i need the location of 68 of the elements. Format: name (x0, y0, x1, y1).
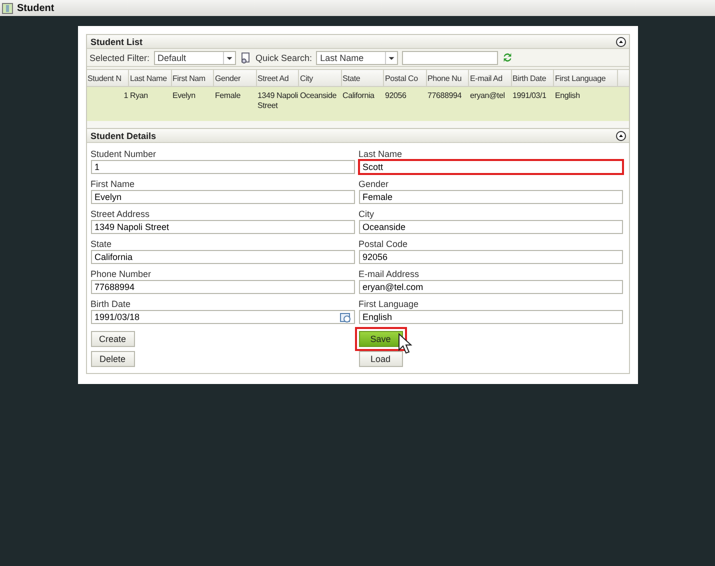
field-label: Student Number (90, 149, 158, 160)
input-field[interactable]: English (358, 310, 622, 324)
table-cell-text: Oceanside (299, 90, 338, 102)
calendar-icon[interactable] (340, 312, 350, 322)
field-label: E-mail Address (358, 269, 420, 280)
column-header[interactable]: Postal Co (384, 70, 426, 86)
field-label: Birth Date (90, 299, 132, 310)
table-row[interactable]: 1 Ryan Evelyn Female 1349 Napoli Street Oceanside California 92056 77688994 eryan@tel 1991/03/1 English (86, 87, 628, 121)
form-button[interactable]: Delete (90, 351, 134, 367)
form-button[interactable]: Load (358, 351, 402, 367)
table-cell-text: California (342, 90, 376, 102)
input-field[interactable]: California (90, 250, 354, 264)
panel-title: Student Details (90, 130, 156, 140)
column-header[interactable]: Student N (86, 70, 129, 86)
column-header[interactable]: Birth Date (512, 70, 554, 86)
table-cell-text: 1991/03/1 (512, 90, 548, 102)
input-field[interactable]: 1991/03/18 (90, 310, 354, 324)
column-header[interactable]: E-mail Ad (469, 70, 512, 86)
column-header[interactable]: First Language (554, 70, 618, 86)
table-cell-text: 77688994 (426, 90, 462, 102)
field-label: Street Address (90, 209, 151, 220)
input-field[interactable]: Scott (358, 160, 622, 174)
refresh-icon[interactable] (502, 52, 514, 63)
input-field[interactable]: 92056 (358, 250, 622, 264)
field-label: Gender (358, 179, 390, 190)
column-header[interactable]: Last Name (129, 70, 172, 86)
field-label: Postal Code (358, 239, 409, 250)
input-field[interactable]: 1349 Napoli Street (90, 220, 354, 234)
field-label: State (90, 239, 113, 250)
table-cell-text: 1 (122, 90, 129, 102)
collapse-icon[interactable] (616, 36, 626, 46)
column-header[interactable]: Phone Nu (426, 70, 469, 86)
search-field[interactable] (402, 50, 498, 64)
quick-search-dropdown[interactable]: Last Name (316, 50, 398, 64)
column-header[interactable]: Street Ad (256, 70, 299, 86)
mouse-pointer-icon (396, 333, 414, 355)
filter-dropdown[interactable]: Default (154, 50, 236, 64)
column-header[interactable]: First Nam (172, 70, 214, 86)
quick-search-label: Quick Search: (256, 52, 312, 62)
input-field[interactable]: Female (358, 190, 622, 204)
column-header[interactable]: Gender (214, 70, 256, 86)
table-cell-text: Evelyn (172, 90, 196, 102)
table-cell-text: 1349 Napoli Street (256, 90, 299, 112)
collapse-icon[interactable] (616, 130, 626, 140)
column-header[interactable]: City (299, 70, 342, 86)
window-title: Student (17, 2, 54, 14)
input-field[interactable]: 1 (90, 160, 354, 174)
table-cell-text: eryan@tel (469, 90, 506, 102)
field-label: Last Name (358, 149, 404, 160)
field-label: Phone Number (90, 269, 152, 280)
document-search-icon[interactable] (240, 52, 252, 64)
input-field[interactable]: Evelyn (90, 190, 354, 204)
field-label: First Language (358, 299, 420, 310)
table-cell-text: Female (214, 90, 242, 102)
input-field[interactable]: Oceanside (358, 220, 622, 234)
window-icon (2, 2, 13, 14)
input-field[interactable]: 77688994 (90, 280, 354, 294)
filter-label: Selected Filter: (90, 52, 150, 62)
panel-title: Student List (90, 36, 142, 46)
table-cell-text: 92056 (384, 90, 408, 102)
table-cell-text: Ryan (129, 90, 149, 102)
form-button[interactable]: Create (90, 331, 134, 347)
dropdown-caret-icon[interactable] (222, 52, 235, 64)
field-label: First Name (90, 179, 136, 190)
field-label: City (358, 209, 375, 220)
input-field[interactable]: eryan@tel.com (358, 280, 622, 294)
table-cell-text: English (554, 90, 581, 102)
column-header[interactable]: State (342, 70, 384, 86)
